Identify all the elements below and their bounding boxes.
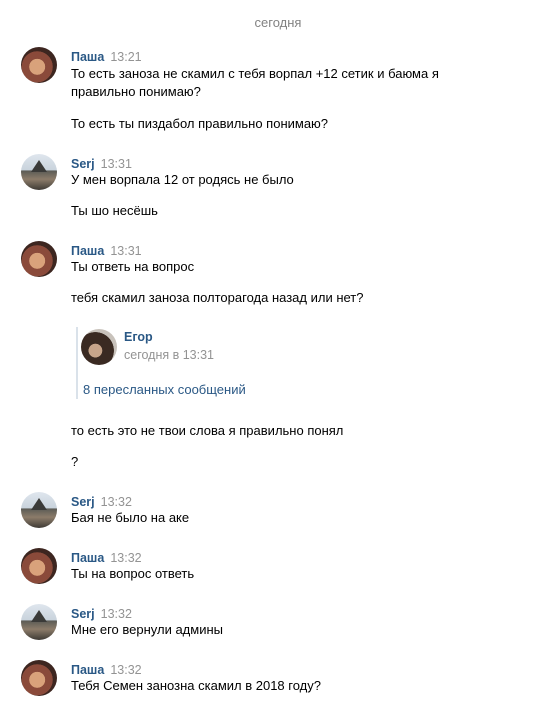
forwarded-avatar[interactable]	[81, 329, 117, 365]
message-time[interactable]: 13:32	[110, 663, 141, 677]
message-author[interactable]: Serj	[71, 157, 95, 171]
message-text: То есть ты пиздабол правильно понимаю?	[71, 116, 329, 131]
message-time[interactable]: 13:31	[110, 244, 141, 258]
avatar[interactable]	[21, 47, 57, 83]
message-text: то есть это не твои слова я правильно по…	[71, 423, 344, 438]
forwarded-bar	[76, 327, 78, 399]
message-author[interactable]: Паша	[71, 244, 104, 258]
avatar[interactable]	[21, 154, 57, 190]
avatar[interactable]	[21, 241, 57, 277]
message-text: Мне его вернули админы	[71, 622, 223, 637]
message-time[interactable]: 13:32	[101, 607, 132, 621]
avatar[interactable]	[21, 604, 57, 640]
message-text: ?	[71, 454, 79, 469]
message-author[interactable]: Serj	[71, 607, 95, 621]
message-text: Ты ответь на вопрос	[71, 259, 195, 274]
avatar[interactable]	[21, 548, 57, 584]
message-time[interactable]: 13:31	[101, 157, 132, 171]
message-text: У мен ворпала 12 от родясь не было	[71, 172, 294, 187]
message-author[interactable]: Serj	[71, 495, 95, 509]
message-text: Ты шо несёшь	[71, 203, 158, 218]
forwarded-author[interactable]: Егор	[124, 330, 153, 344]
date-separator: сегодня	[254, 15, 302, 30]
forwarded-messages-link[interactable]: 8 пересланных сообщений	[83, 382, 246, 397]
message-text: Тебя Семен занозна скамил в 2018 году?	[71, 678, 321, 693]
message-text: Ты на вопрос ответь	[71, 566, 195, 581]
message-time[interactable]: 13:32	[110, 551, 141, 565]
message-time[interactable]: 13:32	[101, 495, 132, 509]
message-author[interactable]: Паша	[71, 663, 104, 677]
message-text: То есть заноза не скамил с тебя ворпал +…	[71, 66, 439, 81]
message-author[interactable]: Паша	[71, 551, 104, 565]
message-text: правильно понимаю?	[71, 84, 201, 99]
message-text: Бая не было на аке	[71, 510, 190, 525]
message-author[interactable]: Паша	[71, 50, 104, 64]
avatar[interactable]	[21, 660, 57, 696]
avatar[interactable]	[21, 492, 57, 528]
forwarded-time[interactable]: сегодня в 13:31	[124, 348, 214, 362]
message-text: тебя скамил заноза полторагода назад или…	[71, 290, 364, 305]
message-time[interactable]: 13:21	[110, 50, 141, 64]
